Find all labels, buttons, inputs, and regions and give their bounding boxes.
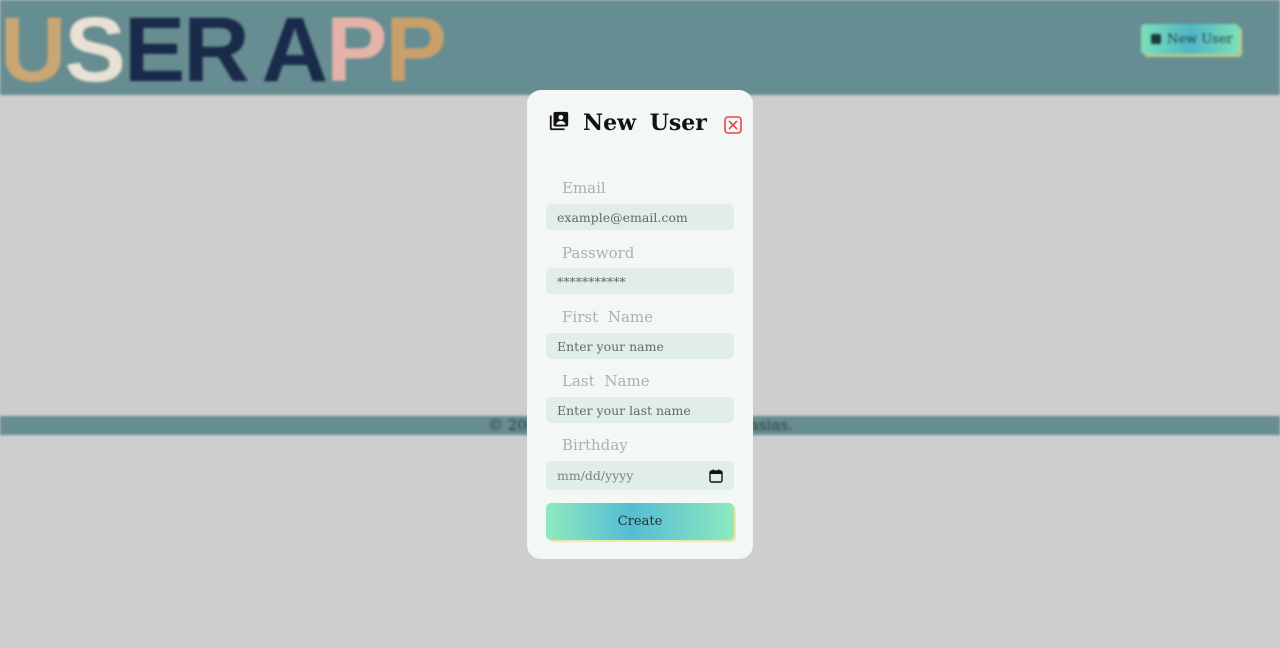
user-icon — [1151, 34, 1161, 44]
first-name-field[interactable] — [546, 333, 734, 359]
app-header: U S E R A P P New User — [0, 0, 1280, 101]
calendar-icon[interactable] — [709, 469, 723, 483]
modal-header: New User — [546, 108, 742, 144]
header-new-user-label: New User — [1167, 31, 1233, 47]
birthday-label: Birthday — [562, 436, 628, 454]
password-label: Password — [562, 244, 635, 262]
email-label: Email — [562, 179, 606, 197]
birthday-placeholder: mm/dd/yyyy — [557, 468, 634, 483]
footer-copyright: © 20 — [488, 416, 527, 434]
app-logo: U S E R A P P — [0, 0, 447, 101]
new-user-modal: New User Email Password First Name Last … — [527, 90, 753, 559]
logo-letter: P — [326, 0, 387, 101]
create-button[interactable]: Create — [546, 503, 734, 540]
logo-letter: A — [261, 0, 328, 101]
logo-letter: E — [123, 0, 185, 101]
email-field[interactable] — [546, 204, 734, 230]
logo-letter: S — [64, 0, 125, 101]
logo-letter: R — [183, 0, 249, 101]
first-name-label: First Name — [562, 308, 654, 326]
birthday-field[interactable]: mm/dd/yyyy — [546, 461, 734, 490]
last-name-field[interactable] — [546, 397, 734, 423]
logo-letter: P — [385, 0, 446, 101]
contacts-book-icon — [549, 111, 569, 131]
close-icon[interactable] — [724, 116, 742, 134]
header-new-user-button[interactable]: New User — [1141, 24, 1239, 54]
logo-letter: U — [0, 0, 66, 101]
footer-author: asias. — [750, 416, 793, 434]
password-field[interactable] — [546, 268, 734, 294]
last-name-label: Last Name — [562, 372, 650, 390]
modal-title: New User — [583, 110, 707, 136]
